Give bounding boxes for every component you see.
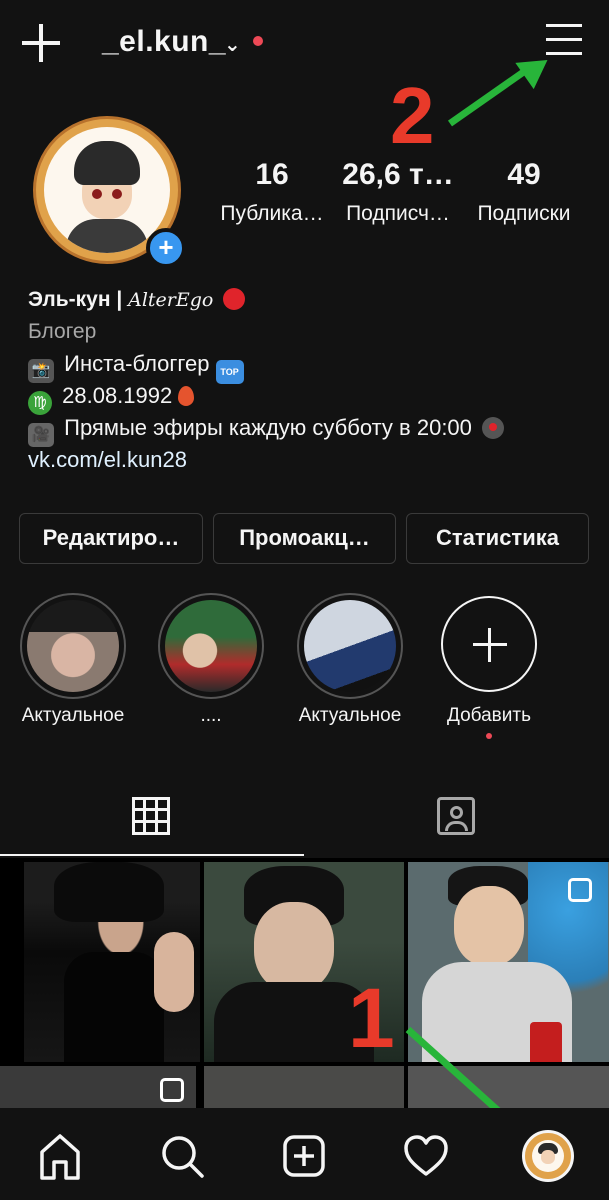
stat-followers[interactable]: 26,6 т… Подписч…	[336, 158, 460, 226]
profile-avatar-icon[interactable]	[518, 1126, 578, 1186]
edit-profile-button[interactable]: Редактиро…	[19, 513, 203, 564]
new-highlight-label: Добавить	[447, 705, 531, 726]
highlight-1[interactable]: Актуальное	[8, 593, 138, 727]
highlight-1-cover	[20, 593, 126, 699]
stat-following-value: 49	[507, 158, 541, 191]
menu-icon[interactable]	[546, 22, 582, 56]
profile-name-suffix: AlterEgo	[128, 289, 214, 311]
add-story-button[interactable]: +	[146, 228, 186, 268]
balloon-icon	[178, 386, 195, 406]
active-tab-indicator	[0, 854, 304, 856]
bio-line-2-text: 28.08.1992	[62, 383, 173, 408]
bio-line-1: 📸 Инста-блоггер TOP	[28, 348, 588, 384]
stat-posts-label: Публика…	[220, 202, 324, 225]
post-4[interactable]	[0, 1066, 196, 1110]
home-icon[interactable]	[30, 1126, 90, 1186]
bio-line-3-text: Прямые эфиры каждую субботу в 20:00	[64, 415, 472, 440]
profile-bio: Эль-кун | AlterEgo Блогер 📸 Инста-блогге…	[28, 284, 588, 476]
profile-tabs	[0, 776, 609, 858]
post-5[interactable]	[204, 1066, 404, 1110]
stat-followers-value: 26,6 т…	[342, 158, 454, 191]
highlight-2-cover	[158, 593, 264, 699]
add-highlight-icon[interactable]	[441, 596, 537, 692]
promotions-button[interactable]: Промоакц…	[213, 513, 396, 564]
new-post-icon[interactable]	[274, 1126, 334, 1186]
profile-name: Эль-кун | AlterEgo	[28, 284, 588, 316]
stat-posts[interactable]: 16 Публика…	[210, 158, 334, 226]
highlight-3-cover	[297, 593, 403, 699]
plus-icon[interactable]	[22, 24, 60, 62]
activity-heart-icon[interactable]	[396, 1126, 456, 1186]
post-3[interactable]	[408, 862, 609, 1062]
bottom-navigation	[0, 1108, 609, 1200]
bio-line-3: 🎥 Прямые эфиры каждую субботу в 20:00	[28, 412, 588, 447]
insights-button[interactable]: Статистика	[406, 513, 589, 564]
new-highlight-dot	[486, 733, 492, 739]
notification-dot	[253, 36, 263, 46]
post-6[interactable]	[408, 1066, 609, 1110]
annotation-marker-1: 1	[348, 971, 395, 1065]
highlight-1-label: Актуальное	[21, 705, 125, 726]
highlight-3-label: Актуальное	[298, 705, 402, 726]
account-username[interactable]: _el.kun_	[102, 25, 226, 59]
carousel-icon	[568, 878, 592, 902]
highlight-2[interactable]: ....	[146, 593, 276, 727]
bio-line-1-text: Инста-блоггер	[64, 351, 210, 376]
chevron-down-icon[interactable]: ⌄	[224, 32, 241, 57]
carousel-icon	[160, 1078, 184, 1102]
pin-icon	[482, 417, 505, 439]
highlight-3[interactable]: Актуальное	[285, 593, 415, 727]
stat-followers-label: Подписч…	[346, 202, 450, 225]
red-circle-icon	[223, 288, 246, 310]
profile-category: Блогер	[28, 320, 97, 343]
post-1[interactable]	[24, 862, 200, 1062]
stat-posts-value: 16	[255, 158, 289, 191]
posts-grid	[0, 858, 609, 1110]
grid-icon[interactable]	[132, 797, 170, 835]
tagged-icon[interactable]	[437, 797, 475, 835]
top-badge-icon: TOP	[215, 360, 244, 384]
bio-link[interactable]: vk.com/el.kun28	[28, 444, 588, 476]
highlight-2-label: ....	[200, 705, 222, 726]
bio-line-2: ♍ 28.08.1992	[28, 380, 588, 415]
annotation-marker-2: 2	[390, 71, 435, 160]
new-highlight[interactable]: Добавить	[424, 593, 554, 739]
search-icon[interactable]	[152, 1126, 212, 1186]
stat-following-label: Подписки	[477, 202, 571, 225]
stat-following[interactable]: 49 Подписки	[462, 158, 586, 226]
profile-name-text: Эль-кун |	[28, 288, 123, 311]
